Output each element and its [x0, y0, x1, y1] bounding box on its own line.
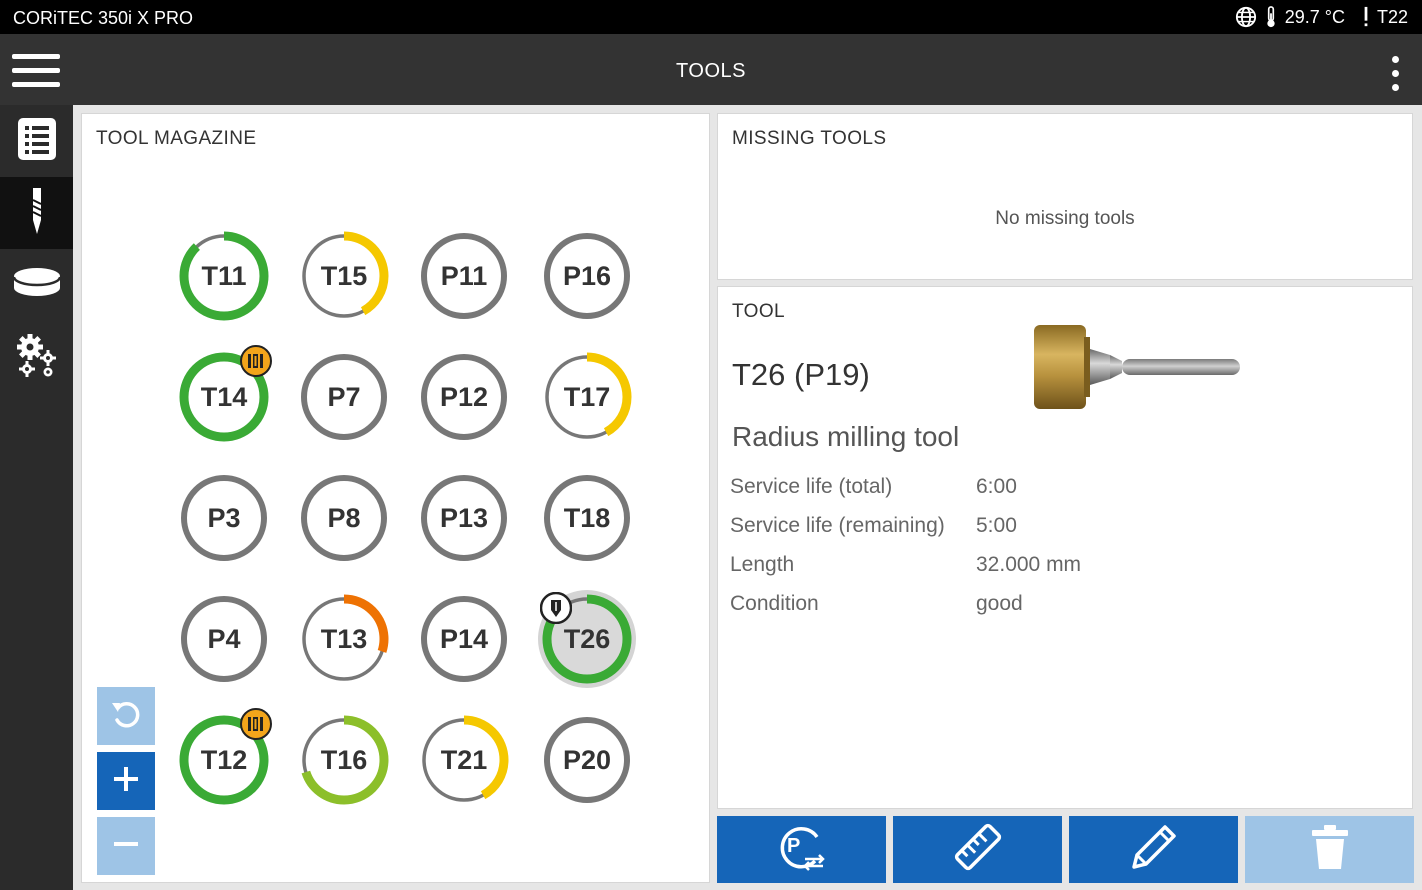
tool-slot-t18[interactable]: T18: [537, 468, 637, 568]
tool-slot-p12[interactable]: P12: [414, 347, 514, 447]
slot-label: T11: [201, 261, 247, 291]
svg-text:P: P: [787, 835, 800, 857]
slot-label: T21: [440, 745, 488, 775]
property-value: 5:00: [976, 514, 1017, 537]
tool-type: Radius milling tool: [732, 421, 960, 452]
slot-label: P14: [439, 624, 489, 654]
tool-slot-t21[interactable]: T21: [414, 710, 514, 810]
slot-label: P11: [440, 261, 488, 291]
property-value: 6:00: [976, 475, 1017, 498]
slot-label: P20: [562, 745, 612, 775]
slot-label: T13: [320, 624, 368, 654]
status-indicators: 29.7 °C T22: [1235, 6, 1408, 28]
warning-tool-icon: [240, 708, 272, 740]
tool-slot-p11[interactable]: P11: [414, 226, 514, 326]
tool-slot-p14[interactable]: P14: [414, 589, 514, 689]
app-window: CORiTEC 350i X PRO 29.7 °C T22 TOOLS TOO…: [0, 0, 1422, 890]
measure-button[interactable]: [893, 816, 1062, 883]
slot-label: P3: [207, 503, 241, 533]
property-label: Service life (remaining): [730, 514, 945, 537]
nav-item-blanks[interactable]: [0, 249, 73, 321]
property-label: Service life (total): [730, 475, 893, 498]
change-position-button[interactable]: P: [717, 816, 886, 883]
missing-tools-panel: MISSING TOOLS No missing tools: [717, 113, 1413, 280]
slot-label: P13: [439, 503, 489, 533]
tool-slot-t11[interactable]: T11: [174, 226, 274, 326]
plus-icon: [113, 766, 139, 797]
tool-magazine-title: TOOL MAGAZINE: [96, 128, 257, 149]
slot-label: P7: [327, 382, 361, 412]
property-value: 32.000 mm: [976, 553, 1082, 576]
side-navigation: [0, 105, 73, 890]
delete-icon: [1310, 823, 1350, 876]
tool-slot-p7[interactable]: P7: [294, 347, 394, 447]
property-row: Service life (remaining) 5:00: [730, 514, 1330, 544]
tool-slot-p16[interactable]: P16: [537, 226, 637, 326]
blank-disc-icon: [12, 266, 62, 305]
change-position-icon: P: [777, 823, 827, 876]
slot-label: P4: [207, 624, 241, 654]
delete-button[interactable]: [1245, 816, 1414, 883]
tool-slot-t15[interactable]: T15: [294, 226, 394, 326]
nav-item-settings[interactable]: [0, 321, 73, 393]
measure-icon: [953, 822, 1003, 877]
reset-zoom-icon: [109, 697, 143, 736]
property-value: good: [976, 592, 1023, 615]
tool-id: T26 (P19): [732, 357, 870, 392]
temperature-value: 29.7 °C: [1284, 6, 1345, 27]
device-name: CORiTEC 350i X PRO: [13, 8, 194, 28]
tool-slot-t12[interactable]: T12: [174, 708, 274, 810]
slot-label: T16: [320, 745, 368, 775]
slot-label: T18: [563, 503, 611, 533]
tool-slot-p4[interactable]: P4: [174, 589, 274, 689]
settings-icon: [14, 332, 60, 383]
missing-tools-title: MISSING TOOLS: [732, 128, 887, 149]
page-title: TOOLS: [676, 60, 746, 82]
slot-label: P12: [439, 382, 489, 412]
slot-label: T15: [320, 261, 368, 291]
list-icon: [16, 116, 58, 167]
tool-slot-t13[interactable]: T13: [294, 589, 394, 689]
tool-details-title: TOOL: [732, 301, 785, 322]
warning-tool-icon: [240, 345, 272, 377]
property-row: Length 32.000 mm: [730, 553, 1330, 583]
property-row: Service life (total) 6:00: [730, 475, 1330, 505]
tool-image: [1030, 321, 1250, 413]
tool-slot-t17[interactable]: T17: [537, 347, 637, 447]
tool-slot-p20[interactable]: P20: [537, 710, 637, 810]
tool-icon: [29, 186, 45, 241]
slot-label: P8: [327, 503, 361, 533]
network-globe-icon: [1235, 6, 1257, 28]
more-options-icon[interactable]: [1392, 56, 1400, 92]
tool-slot-p8[interactable]: P8: [294, 468, 394, 568]
content-area: TOOL MAGAZINE T11 T15 P11 P16 T14 P7 P12 T17 P3 P…: [73, 105, 1422, 890]
alert-icon: [1363, 6, 1369, 28]
missing-tools-empty-text: No missing tools: [995, 208, 1135, 229]
nav-item-jobs[interactable]: [0, 105, 73, 177]
tool-slot-p13[interactable]: P13: [414, 468, 514, 568]
property-label: Length: [730, 553, 795, 576]
tool-slot-p3[interactable]: P3: [174, 468, 274, 568]
reset-zoom-button[interactable]: [97, 687, 155, 745]
minus-icon: [113, 831, 139, 862]
property-label: Condition: [730, 592, 819, 615]
slot-label: T17: [563, 382, 611, 412]
tool-slot-t16[interactable]: T16: [294, 710, 394, 810]
app-bar: TOOLS: [0, 34, 1422, 105]
tool-details-panel: TOOL T26 (P19) Radius milling tool Servi…: [717, 286, 1413, 809]
status-bar: CORiTEC 350i X PRO 29.7 °C T22: [0, 0, 1422, 34]
nav-item-tools[interactable]: [0, 177, 73, 249]
thermometer-icon: [1265, 6, 1277, 28]
slot-label: P16: [562, 261, 612, 291]
zoom-in-button[interactable]: [97, 752, 155, 810]
tool-slot-t26[interactable]: T26: [537, 589, 637, 689]
edit-icon: [1129, 822, 1179, 877]
tool-slot-t14[interactable]: T14: [174, 345, 274, 447]
property-row: Condition good: [730, 592, 1330, 622]
in-spindle-icon: [540, 592, 572, 624]
tool-magazine-panel: TOOL MAGAZINE T11 T15 P11 P16 T14 P7 P12 T17 P3 P…: [81, 113, 710, 883]
active-tool-value: T22: [1376, 6, 1408, 27]
zoom-out-button[interactable]: [97, 817, 155, 875]
edit-button[interactable]: [1069, 816, 1238, 883]
